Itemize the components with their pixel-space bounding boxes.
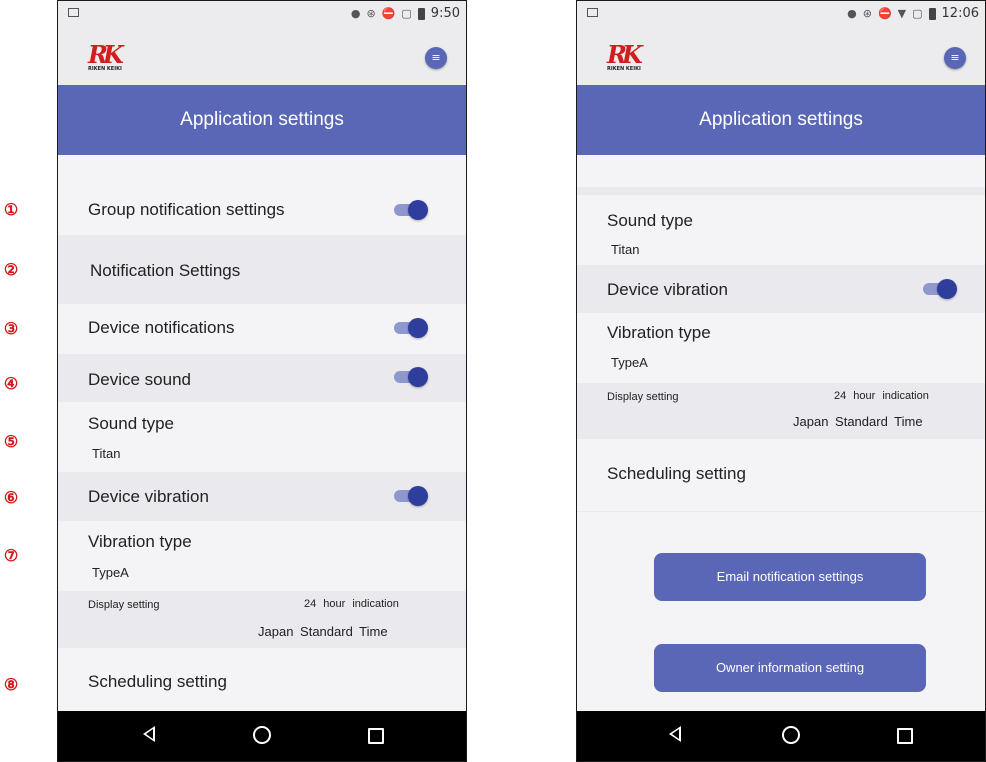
device-vibration-toggle[interactable]: [923, 279, 957, 299]
page-title: Application settings: [58, 85, 466, 155]
no-sim-icon: ▢: [401, 7, 412, 20]
hour-indication-value: 24 hour indication: [834, 390, 929, 402]
vibration-type-row[interactable]: Vibration type TypeA: [58, 521, 466, 591]
image-icon: [68, 8, 79, 17]
callout-6: ⑥: [3, 488, 19, 507]
app-bar: RK RIKEN KEIKI ≡: [577, 27, 985, 85]
status-time: 9:50: [430, 6, 460, 21]
notification-settings-label: Notification Settings: [90, 261, 241, 280]
scheduling-setting-row[interactable]: Scheduling setting: [577, 439, 985, 511]
scheduling-setting-label: Scheduling setting: [88, 672, 227, 691]
callout-5: ⑤: [3, 432, 19, 451]
divider: [577, 187, 985, 195]
owner-information-setting-button[interactable]: Owner information setting: [654, 644, 926, 692]
riken-keiki-logo: RK RIKEN KEIKI: [607, 40, 643, 73]
image-icon: [587, 8, 598, 17]
back-icon[interactable]: [669, 726, 681, 742]
page-title: Application settings: [577, 85, 985, 155]
device-sound-label: Device sound: [88, 370, 192, 389]
vibration-type-value: TypeA: [611, 355, 648, 370]
home-icon[interactable]: [782, 726, 800, 744]
notification-settings-row[interactable]: Notification Settings: [58, 235, 466, 304]
display-setting-row[interactable]: Display setting 24 hour indication Japan…: [577, 383, 985, 439]
menu-icon[interactable]: ≡: [425, 47, 447, 69]
device-notifications-label: Device notifications: [88, 318, 235, 337]
timezone-value: Japan Standard Time: [793, 414, 923, 429]
callout-7: ⑦: [3, 546, 19, 565]
battery-icon: [928, 7, 936, 20]
vibration-type-label: Vibration type: [88, 532, 192, 551]
timezone-value: Japan Standard Time: [258, 624, 388, 639]
bluetooth-icon: ⊛: [862, 7, 872, 20]
device-vibration-row[interactable]: Device vibration: [58, 472, 466, 521]
hour-indication-value: 24 hour indication: [304, 598, 399, 610]
device-notifications-toggle[interactable]: [394, 318, 428, 338]
group-notification-row[interactable]: Group notification settings: [58, 186, 466, 235]
home-icon[interactable]: [253, 726, 271, 744]
app-bar: RK RIKEN KEIKI ≡: [58, 27, 466, 85]
location-icon: ●: [350, 7, 361, 20]
display-setting-label: Display setting: [607, 391, 679, 403]
vibration-type-label: Vibration type: [607, 323, 711, 342]
riken-keiki-logo: RK RIKEN KEIKI: [88, 40, 124, 73]
back-icon[interactable]: [143, 726, 155, 742]
device-sound-toggle[interactable]: [394, 367, 428, 387]
spacer: [577, 155, 985, 187]
spacer: [58, 155, 466, 186]
location-icon: ●: [847, 7, 857, 20]
device-vibration-row[interactable]: Device vibration: [577, 265, 985, 313]
status-time: 12:06: [941, 6, 979, 21]
device-vibration-toggle[interactable]: [394, 486, 428, 506]
battery-icon: [417, 7, 425, 20]
left-phone-screen: ● ⊛ ⛔ ▢ 9:50 RK RIKEN KEIKI ≡ Applicatio…: [57, 0, 467, 762]
navigation-bar: [577, 711, 985, 761]
right-phone-screen: ● ⊛ ⛔ ▼ ▢ 12:06 RK RIKEN KEIKI ≡ Applica…: [576, 0, 986, 762]
no-sim-icon: ▢: [912, 7, 923, 20]
sound-type-row[interactable]: Sound type Titan: [577, 195, 985, 265]
vibration-type-row[interactable]: Vibration type TypeA: [577, 313, 985, 383]
menu-icon[interactable]: ≡: [944, 47, 966, 69]
recents-icon[interactable]: [368, 728, 384, 744]
device-vibration-label: Device vibration: [88, 487, 209, 506]
bluetooth-icon: ⊛: [366, 7, 376, 20]
device-vibration-label: Device vibration: [607, 280, 728, 299]
vibration-type-value: TypeA: [92, 565, 129, 580]
device-notifications-row[interactable]: Device notifications: [58, 304, 466, 354]
navigation-bar: [58, 711, 466, 761]
sound-type-label: Sound type: [607, 211, 694, 230]
callout-8: ⑧: [3, 675, 19, 694]
do-not-disturb-icon: ⛔: [877, 7, 892, 20]
sound-type-value: Titan: [611, 242, 640, 257]
group-notification-label: Group notification settings: [88, 200, 285, 219]
sound-type-value: Titan: [92, 446, 121, 461]
callout-3: ③: [3, 319, 19, 338]
device-sound-row[interactable]: Device sound: [58, 354, 466, 402]
do-not-disturb-icon: ⛔: [381, 7, 396, 20]
display-setting-row[interactable]: Display setting 24 hour indication Japan…: [58, 591, 466, 648]
display-setting-label: Display setting: [88, 599, 160, 611]
sound-type-label: Sound type: [88, 414, 175, 433]
status-bar: ● ⊛ ⛔ ▢ 9:50: [58, 1, 466, 27]
group-notification-toggle[interactable]: [394, 200, 428, 220]
callout-4: ④: [3, 374, 19, 393]
callout-2: ②: [3, 260, 19, 279]
email-notification-settings-button[interactable]: Email notification settings: [654, 553, 926, 601]
wifi-icon: ▼: [897, 7, 907, 20]
recents-icon[interactable]: [897, 728, 913, 744]
status-bar: ● ⊛ ⛔ ▼ ▢ 12:06: [577, 1, 985, 27]
callout-1: ①: [3, 200, 19, 219]
divider: [577, 511, 985, 512]
scheduling-setting-row[interactable]: Scheduling setting: [58, 648, 466, 713]
scheduling-setting-label: Scheduling setting: [607, 464, 746, 483]
sound-type-row[interactable]: Sound type Titan: [58, 402, 466, 472]
